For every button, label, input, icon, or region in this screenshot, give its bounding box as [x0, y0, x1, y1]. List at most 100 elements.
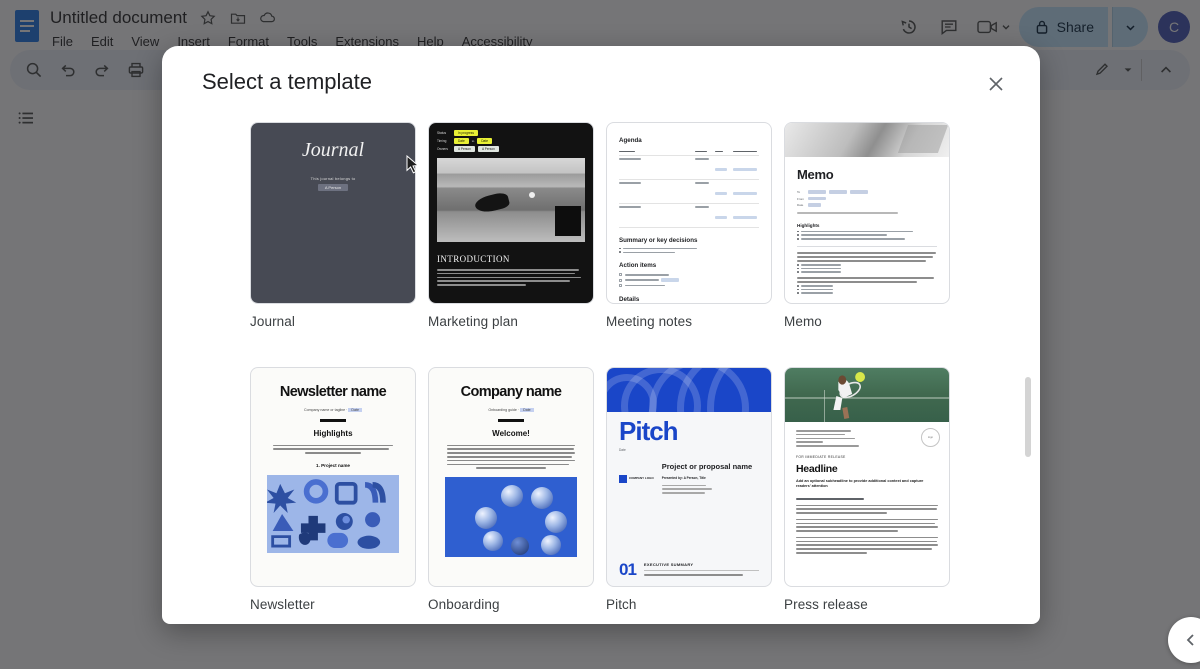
template-label-onboarding: Onboarding	[428, 597, 500, 612]
template-label-marketing-plan: Marketing plan	[428, 314, 518, 329]
dialog-header: Select a template	[162, 46, 1040, 118]
template-label-press-release: Press release	[784, 597, 868, 612]
press-subheadline: Add an optional subheadline to provide a…	[796, 478, 924, 489]
list-item	[797, 292, 937, 295]
pitch-logo-text: COMPANY LOGO	[629, 476, 654, 481]
meta-label: Status	[437, 131, 447, 135]
press-release-label: FOR IMMEDIATE RELEASE	[796, 454, 846, 459]
journal-thumb-title: Journal	[301, 139, 365, 161]
newsletter-image	[267, 474, 399, 553]
table-row	[619, 204, 759, 228]
template-card-newsletter[interactable]: Newsletter name Company name or tagline …	[250, 367, 416, 612]
list-item	[797, 271, 937, 274]
meta-label: Owners	[437, 147, 448, 151]
pitch-section-title: EXECUTIVE SUMMARY	[643, 562, 759, 572]
meta-label: Date	[797, 203, 804, 207]
template-thumb-meeting-notes[interactable]: Agenda Summary or key decisions Action i…	[606, 122, 772, 304]
memo-banner-photo	[785, 123, 949, 157]
table-row	[619, 148, 759, 156]
memo-meta-row: To	[797, 190, 937, 194]
marketing-paragraph	[437, 269, 585, 286]
details-heading: Details	[619, 295, 640, 303]
meta-label: From	[797, 196, 804, 201]
scrollbar-thumb[interactable]	[1025, 377, 1031, 457]
list-item	[797, 230, 937, 233]
template-label-journal: Journal	[250, 314, 295, 329]
pitch-title: Pitch	[619, 416, 679, 446]
sphere-shape	[531, 486, 553, 509]
template-thumb-newsletter[interactable]: Newsletter name Company name or tagline …	[250, 367, 416, 587]
memo-meta-row: From	[797, 197, 937, 201]
sphere-shape	[511, 536, 529, 555]
template-card-onboarding[interactable]: Company name Onboarding guide · Date Wel…	[428, 367, 594, 612]
onboarding-subtitle: Onboarding guide · Date	[441, 408, 581, 412]
template-thumb-memo[interactable]: Memo To From Date Highlights	[784, 122, 950, 304]
table-row	[619, 156, 759, 180]
template-thumb-onboarding[interactable]: Company name Onboarding guide · Date Wel…	[428, 367, 594, 587]
onboarding-paragraph	[447, 444, 575, 469]
select-template-dialog: Select a template Journal This journal b…	[162, 46, 1040, 624]
memo-title: Memo	[797, 167, 834, 182]
meta-label: To	[797, 190, 801, 194]
divider	[498, 419, 524, 422]
template-grid: Journal This journal belongs to A Person…	[162, 118, 1040, 624]
press-logo-badge: logo	[921, 428, 940, 447]
template-card-marketing-plan[interactable]: Status In progress Timing Date to Date O…	[428, 122, 594, 329]
marketing-meta-rows: Status In progress Timing Date to Date O…	[437, 130, 585, 152]
onboarding-heading: Welcome!	[492, 428, 530, 438]
template-thumb-marketing-plan[interactable]: Status In progress Timing Date to Date O…	[428, 122, 594, 304]
template-card-journal[interactable]: Journal This journal belongs to A Person…	[250, 122, 416, 329]
pitch-banner	[607, 368, 771, 412]
meta-chip: A Person	[477, 146, 499, 152]
list-item	[619, 273, 759, 277]
sphere-shape	[501, 484, 523, 507]
meta-chip: Date	[454, 138, 469, 144]
template-card-press-release[interactable]: logo FOR IMMEDIATE RELEASE Headline Add …	[784, 367, 950, 612]
newsletter-paragraph	[273, 444, 393, 454]
net-shape	[555, 206, 581, 236]
pitch-presenter: Presented by: A Person, Title	[661, 475, 706, 480]
modal-scrollbar[interactable]	[1024, 122, 1032, 618]
newsletter-subtitle: Company name or tagline · Date	[263, 408, 403, 412]
template-grid-scroll[interactable]: Journal This journal belongs to A Person…	[162, 118, 1040, 624]
list-item	[797, 288, 937, 291]
divider	[320, 419, 346, 422]
journal-thumb-chip: A Person	[317, 184, 349, 191]
list-item	[797, 267, 937, 270]
goalkeeper-figure	[474, 191, 511, 215]
dialog-title: Select a template	[202, 69, 372, 94]
memo-highlights-heading: Highlights	[797, 222, 820, 228]
press-headline: Headline	[796, 462, 838, 475]
meta-chip: A Person	[454, 146, 475, 152]
template-thumb-journal[interactable]: Journal This journal belongs to A Person	[250, 122, 416, 304]
list-item	[619, 283, 759, 287]
list-item	[797, 263, 937, 266]
memo-meta-row: Date	[797, 203, 937, 207]
memo-meta: To From Date	[797, 190, 937, 207]
press-banner-photo	[785, 368, 949, 422]
template-thumb-press-release[interactable]: logo FOR IMMEDIATE RELEASE Headline Add …	[784, 367, 950, 587]
logo-mark-icon	[619, 475, 627, 484]
date-chip: Date	[348, 408, 362, 412]
pitch-date: Date	[619, 448, 626, 453]
template-card-pitch[interactable]: Pitch Date COMPANY LOGO Project or propo…	[606, 367, 772, 612]
pitch-project-name: Project or proposal name	[661, 462, 753, 472]
template-thumb-pitch[interactable]: Pitch Date COMPANY LOGO Project or propo…	[606, 367, 772, 587]
meta-label: Timing	[437, 139, 447, 143]
template-card-meeting-notes[interactable]: Agenda Summary or key decisions Action i…	[606, 122, 772, 329]
pitch-footer: 01 EXECUTIVE SUMMARY	[619, 561, 759, 578]
action-items-heading: Action items	[619, 262, 657, 270]
newsletter-heading: Highlights	[313, 428, 353, 438]
onboarding-image	[445, 476, 577, 557]
agenda-table	[619, 148, 759, 228]
agenda-heading: Agenda	[619, 137, 642, 144]
ball-shape	[528, 191, 535, 198]
template-card-memo[interactable]: Memo To From Date Highlights Memo	[784, 122, 950, 329]
close-icon[interactable]	[984, 72, 1008, 96]
newsletter-title: Newsletter name	[279, 384, 387, 400]
marketing-heading: INTRODUCTION	[437, 254, 510, 264]
summary-heading: Summary or key decisions	[619, 236, 698, 244]
newsletter-project-name: 1. Project name	[316, 462, 350, 468]
marketing-meta-row: Timing Date to Date	[437, 138, 585, 144]
date-chip: Date	[520, 408, 534, 412]
